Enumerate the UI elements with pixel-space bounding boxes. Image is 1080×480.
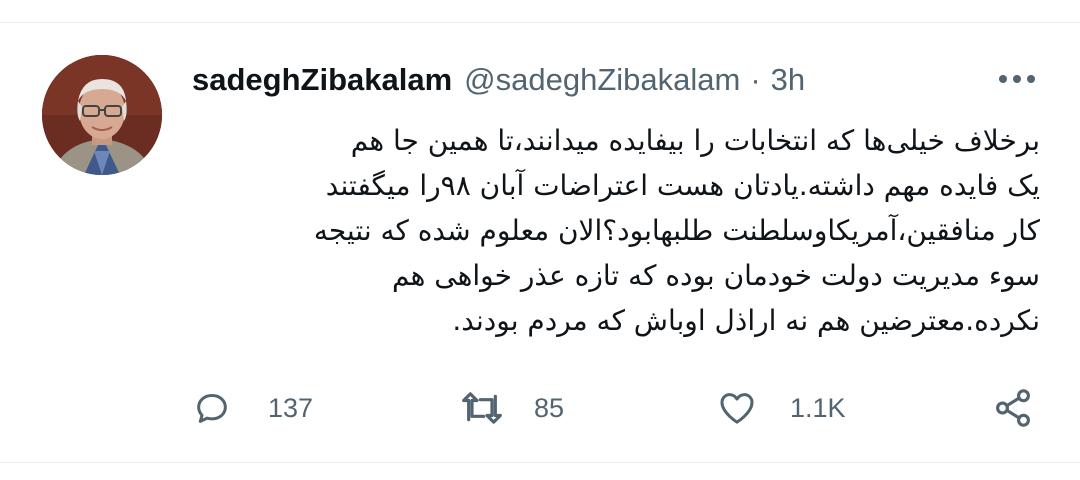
share-icon[interactable] bbox=[992, 387, 1034, 429]
bottom-divider bbox=[0, 462, 1080, 463]
tweet-card[interactable]: sadeghZibakalam @sadeghZibakalam · 3h بر… bbox=[0, 0, 1080, 480]
tweet-text-line: برخلاف خیلی‌ها که انتخابات را بیفایده می… bbox=[350, 124, 1040, 157]
avatar[interactable] bbox=[42, 55, 162, 175]
like-count: 1.1K bbox=[790, 392, 846, 423]
like-button[interactable]: 1.1K bbox=[716, 380, 846, 436]
heart-icon[interactable] bbox=[716, 388, 758, 428]
tweet-text-line: کار منافقین،آمریکاوسلطنت طلبهابود؟الان م… bbox=[313, 214, 1040, 247]
more-horizontal-icon[interactable] bbox=[995, 62, 1039, 96]
timestamp[interactable]: 3h bbox=[771, 62, 805, 98]
tweet-actions: 137 85 1.1K bbox=[192, 380, 1052, 436]
top-divider bbox=[0, 22, 1080, 23]
reply-icon[interactable] bbox=[192, 388, 232, 428]
share-button[interactable] bbox=[992, 380, 1034, 436]
tweet-text-line: نکرده.معترضین هم نه اراذل اوباش که مردم … bbox=[452, 304, 1040, 337]
reply-count: 137 bbox=[268, 392, 314, 423]
avatar-photo bbox=[42, 55, 162, 175]
tweet-text-line: سوء مدیریت دولت خودمان بوده که تازه عذر … bbox=[391, 259, 1040, 292]
retweet-button[interactable]: 85 bbox=[460, 380, 564, 436]
retweet-count: 85 bbox=[534, 392, 565, 423]
tweet-text-line: یک فایده مهم داشته.یادتان هست اعتراضات آ… bbox=[325, 169, 1040, 202]
retweet-icon[interactable] bbox=[460, 388, 504, 428]
tweet-header: sadeghZibakalam @sadeghZibakalam · 3h bbox=[192, 56, 805, 104]
tweet-text: برخلاف خیلی‌ها که انتخابات را بیفایده می… bbox=[192, 118, 1040, 343]
user-handle[interactable]: @sadeghZibakalam bbox=[464, 62, 740, 98]
display-name[interactable]: sadeghZibakalam bbox=[192, 62, 452, 98]
reply-button[interactable]: 137 bbox=[192, 380, 313, 436]
separator-dot: · bbox=[750, 62, 761, 97]
